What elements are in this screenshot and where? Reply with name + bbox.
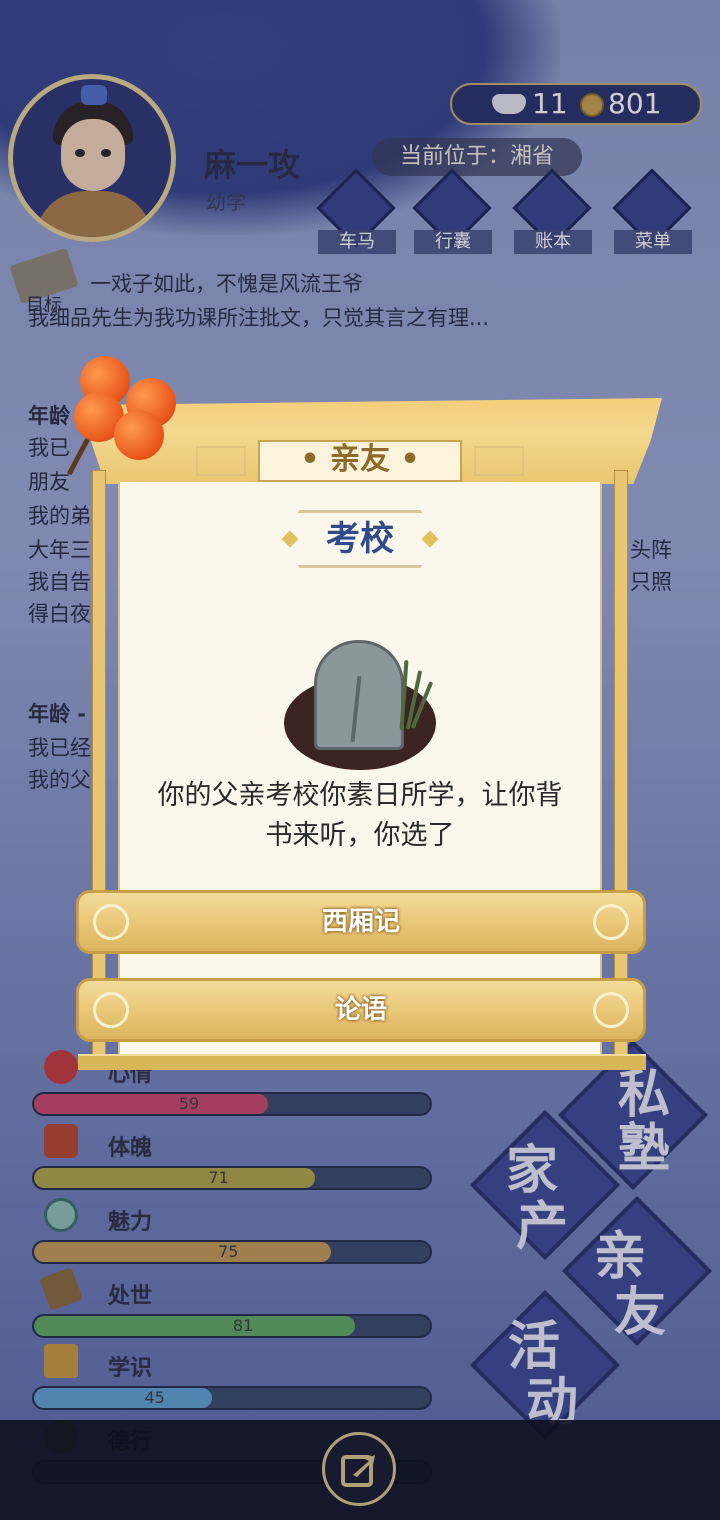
modal-base <box>78 1054 646 1070</box>
modal-pillar-left <box>92 470 106 1060</box>
roof-panel-left <box>196 446 246 476</box>
modal-pillar-right <box>614 470 628 1060</box>
choice-button-2[interactable]: 论语 <box>76 978 646 1042</box>
modal-title-text: 亲友 <box>330 442 390 477</box>
candied-haw-icon <box>114 410 164 460</box>
event-title: 考校 <box>326 519 394 559</box>
event-description: 你的父亲考校你素日所学，让你背书来听，你选了 <box>157 780 563 851</box>
choice-button-1[interactable]: 西厢记 <box>76 890 646 954</box>
roof-panel-right <box>474 446 524 476</box>
choice-label: 西厢记 <box>321 907 400 937</box>
modal-title: • 亲友 • <box>300 442 420 477</box>
choice-label: 论语 <box>334 995 387 1025</box>
